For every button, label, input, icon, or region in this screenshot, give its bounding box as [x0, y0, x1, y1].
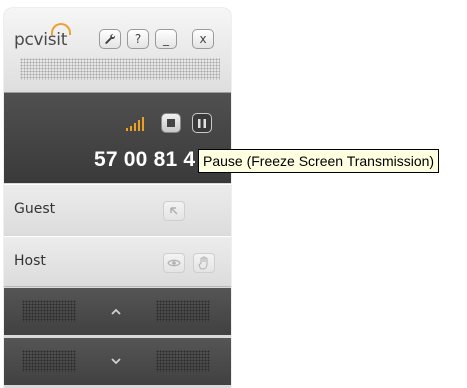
- view-screen-button[interactable]: [163, 253, 185, 273]
- wrench-icon: [105, 34, 116, 44]
- guest-connect-button[interactable]: [163, 201, 185, 221]
- hand-icon: [198, 256, 208, 270]
- bar-grip-right: [156, 350, 210, 372]
- pause-button[interactable]: [192, 113, 212, 133]
- session-code: 57 00 81 4: [94, 148, 196, 171]
- signal-strength-icon: [126, 117, 144, 131]
- scroll-down-bar[interactable]: [4, 338, 231, 385]
- stop-button[interactable]: [161, 113, 181, 133]
- close-button[interactable]: x: [192, 29, 214, 49]
- pcvisit-widget: pcvisit ? _ x 57 00 81 4 Guest Host: [4, 8, 231, 388]
- drag-grip[interactable]: [20, 58, 220, 80]
- host-label: Host: [14, 253, 46, 269]
- help-button[interactable]: ?: [127, 29, 149, 49]
- pause-tooltip: Pause (Freeze Screen Transmission): [198, 149, 440, 173]
- guest-row: Guest: [4, 184, 231, 235]
- eye-icon: [167, 259, 181, 267]
- title-bar[interactable]: pcvisit ? _ x: [4, 8, 231, 93]
- session-display: 57 00 81 4: [4, 93, 231, 183]
- logo-arc-icon: [51, 23, 71, 35]
- bar-grip-left: [22, 350, 76, 372]
- settings-button[interactable]: [99, 29, 121, 49]
- minimize-button[interactable]: _: [155, 29, 177, 49]
- bar-grip-left: [22, 300, 76, 322]
- bar-grip-right: [156, 300, 210, 322]
- guest-label: Guest: [14, 201, 56, 217]
- remote-control-button[interactable]: [193, 253, 215, 273]
- pause-icon: [198, 118, 206, 128]
- chevron-up-icon[interactable]: [109, 304, 123, 318]
- scroll-up-bar[interactable]: [4, 288, 231, 335]
- host-row: Host: [4, 236, 231, 287]
- stop-icon: [167, 119, 175, 127]
- chevron-down-icon[interactable]: [109, 354, 123, 368]
- arrow-up-left-icon: [170, 207, 178, 215]
